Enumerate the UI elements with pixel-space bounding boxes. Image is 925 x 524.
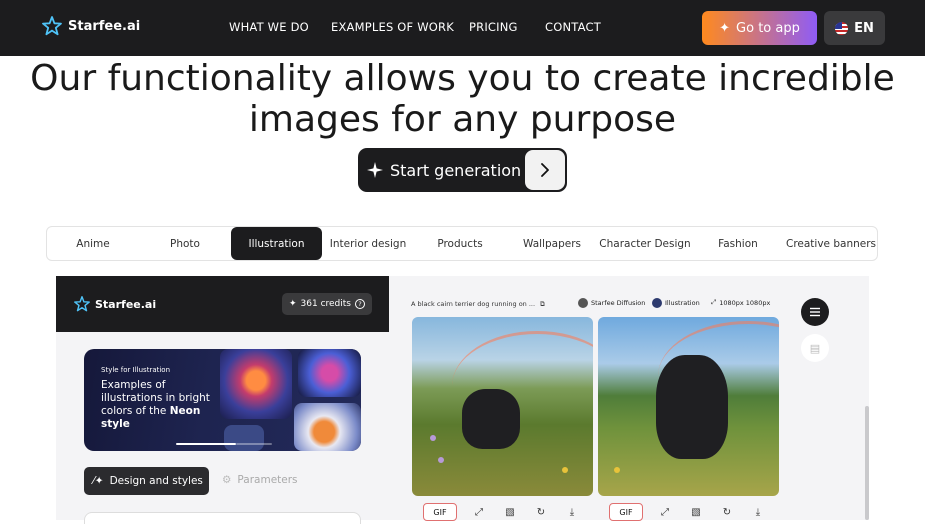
generated-image-1[interactable] xyxy=(412,317,593,496)
maximize-icon[interactable]: ⤢ xyxy=(656,503,674,521)
document-icon: ▤ xyxy=(809,341,821,355)
crop-icon[interactable]: ▧ xyxy=(501,503,519,521)
star-logo-icon xyxy=(74,296,90,312)
banner-text: Examples of illustrations in bright colo… xyxy=(101,379,221,431)
flower xyxy=(430,435,436,441)
brand-name: Starfee.ai xyxy=(68,18,141,34)
maximize-icon[interactable]: ⤢ xyxy=(470,503,488,521)
tab-photo[interactable]: Photo xyxy=(139,227,231,260)
model-info: Starfee Diffusion xyxy=(578,298,645,308)
copy-icon[interactable]: ⧉ xyxy=(540,300,545,308)
model-avatar xyxy=(578,298,588,308)
go-to-app-button[interactable]: ✦ Go to app xyxy=(702,11,817,45)
chevron-right-icon xyxy=(525,150,565,190)
nav-contact[interactable]: CONTACT xyxy=(545,20,601,34)
sparkle-icon: ✦ xyxy=(288,299,297,309)
model-name: Starfee Diffusion xyxy=(591,299,646,307)
tab-parameters[interactable]: ⚙ Parameters xyxy=(222,474,298,486)
app-preview-sidebar: Starfee.ai ✦ 361 credits ? Style for Ill… xyxy=(56,276,389,524)
hero-line-1: Our functionality allows you to create i… xyxy=(30,58,895,99)
banner-kicker: Style for Illustration xyxy=(101,366,171,374)
refresh-icon[interactable]: ↻ xyxy=(718,503,736,521)
refresh-icon[interactable]: ↻ xyxy=(532,503,550,521)
prompt-value: A black cairn terrier dog running on ... xyxy=(411,300,536,308)
style-avatar xyxy=(652,298,662,308)
banner-text-neon: Neon xyxy=(169,405,201,417)
params-tab-label: Parameters xyxy=(237,474,298,486)
crop-icon[interactable]: ▧ xyxy=(687,503,705,521)
nav-what-we-do[interactable]: WHAT WE DO xyxy=(229,20,309,34)
carousel-indicator[interactable] xyxy=(236,443,272,445)
banner-text-style: style xyxy=(101,418,130,430)
start-generation-button[interactable]: Start generation xyxy=(358,148,567,192)
credits-badge[interactable]: ✦ 361 credits ? xyxy=(282,293,372,315)
language-selector[interactable]: EN xyxy=(824,11,885,45)
app-brand-logo: Starfee.ai xyxy=(74,296,156,312)
menu-button[interactable] xyxy=(801,298,829,326)
tab-fashion[interactable]: Fashion xyxy=(692,227,784,260)
style-info: Illustration xyxy=(652,298,700,308)
gif-button[interactable]: GIF xyxy=(423,503,457,521)
neon-artwork-small xyxy=(224,425,264,451)
style-banner[interactable]: Style for Illustration Examples of illus… xyxy=(84,349,361,451)
download-icon[interactable]: ⤓ xyxy=(563,503,581,521)
dog-figure xyxy=(656,355,728,459)
style-name: Illustration xyxy=(665,299,700,307)
dog-figure xyxy=(462,389,520,449)
gif-button[interactable]: GIF xyxy=(609,503,643,521)
nav-pricing[interactable]: PRICING xyxy=(469,20,518,34)
gear-icon: ⚙ xyxy=(222,474,232,486)
hero-line-2: images for any purpose xyxy=(248,99,677,140)
tab-character-design[interactable]: Character Design xyxy=(598,227,692,260)
image-2-toolbar: GIF ⤢ ▧ ↻ ⤓ xyxy=(609,503,767,521)
fox-artwork-small xyxy=(294,403,361,451)
start-generation-label: Start generation xyxy=(390,160,522,180)
language-label: EN xyxy=(854,20,874,36)
size-info: ⤢ 1080px 1080px xyxy=(711,298,770,307)
tab-anime[interactable]: Anime xyxy=(47,227,139,260)
sparkle-icon xyxy=(367,162,383,178)
tab-products[interactable]: Products xyxy=(414,227,506,260)
prompt-card xyxy=(84,512,361,524)
download-icon[interactable]: ⤓ xyxy=(749,503,767,521)
nav-examples-of-work[interactable]: EXAMPLES OF WORK xyxy=(331,20,454,34)
flower xyxy=(438,457,444,463)
flower xyxy=(614,467,620,473)
category-tabs: Anime Photo Illustration Interior design… xyxy=(46,226,878,261)
scrollbar[interactable] xyxy=(865,406,869,520)
size-value: 1080px 1080px xyxy=(719,298,771,307)
carousel-indicator-active[interactable] xyxy=(176,443,236,445)
app-preview-header: Starfee.ai ✦ 361 credits ? xyxy=(56,276,389,332)
top-navigation-bar: Starfee.ai WHAT WE DO EXAMPLES OF WORK P… xyxy=(0,0,925,56)
expand-icon: ⤢ xyxy=(711,298,717,306)
generation-preview: A black cairn terrier dog running on ...… xyxy=(389,276,869,521)
tab-creative-banners[interactable]: Creative banners xyxy=(784,227,878,260)
app-brand-name: Starfee.ai xyxy=(95,297,157,311)
tab-design-and-styles[interactable]: ⁄✦ Design and styles xyxy=(84,467,209,495)
tab-wallpapers[interactable]: Wallpapers xyxy=(506,227,598,260)
generated-image-2[interactable] xyxy=(598,317,779,496)
tab-interior-design[interactable]: Interior design xyxy=(322,227,414,260)
document-button[interactable]: ▤ xyxy=(801,334,829,362)
neon-artwork xyxy=(298,349,361,397)
us-flag-icon xyxy=(835,21,849,35)
flower xyxy=(562,467,568,473)
fox-artwork xyxy=(220,349,292,419)
magic-wand-icon: ⁄✦ xyxy=(93,475,104,487)
help-icon: ? xyxy=(355,299,365,309)
hero-heading: Our functionality allows you to create i… xyxy=(0,58,925,140)
sparkle-icon: ✦ xyxy=(719,20,731,36)
tab-illustration[interactable]: Illustration xyxy=(231,227,322,260)
design-tab-label: Design and styles xyxy=(109,475,203,487)
prompt-text: A black cairn terrier dog running on ...… xyxy=(411,300,545,309)
go-to-app-label: Go to app xyxy=(736,20,800,36)
star-logo-icon xyxy=(42,16,62,36)
brand-logo[interactable]: Starfee.ai xyxy=(42,16,140,36)
image-1-toolbar: GIF ⤢ ▧ ↻ ⤓ xyxy=(423,503,581,521)
menu-icon xyxy=(810,307,820,317)
credits-label: 361 credits xyxy=(300,299,351,309)
